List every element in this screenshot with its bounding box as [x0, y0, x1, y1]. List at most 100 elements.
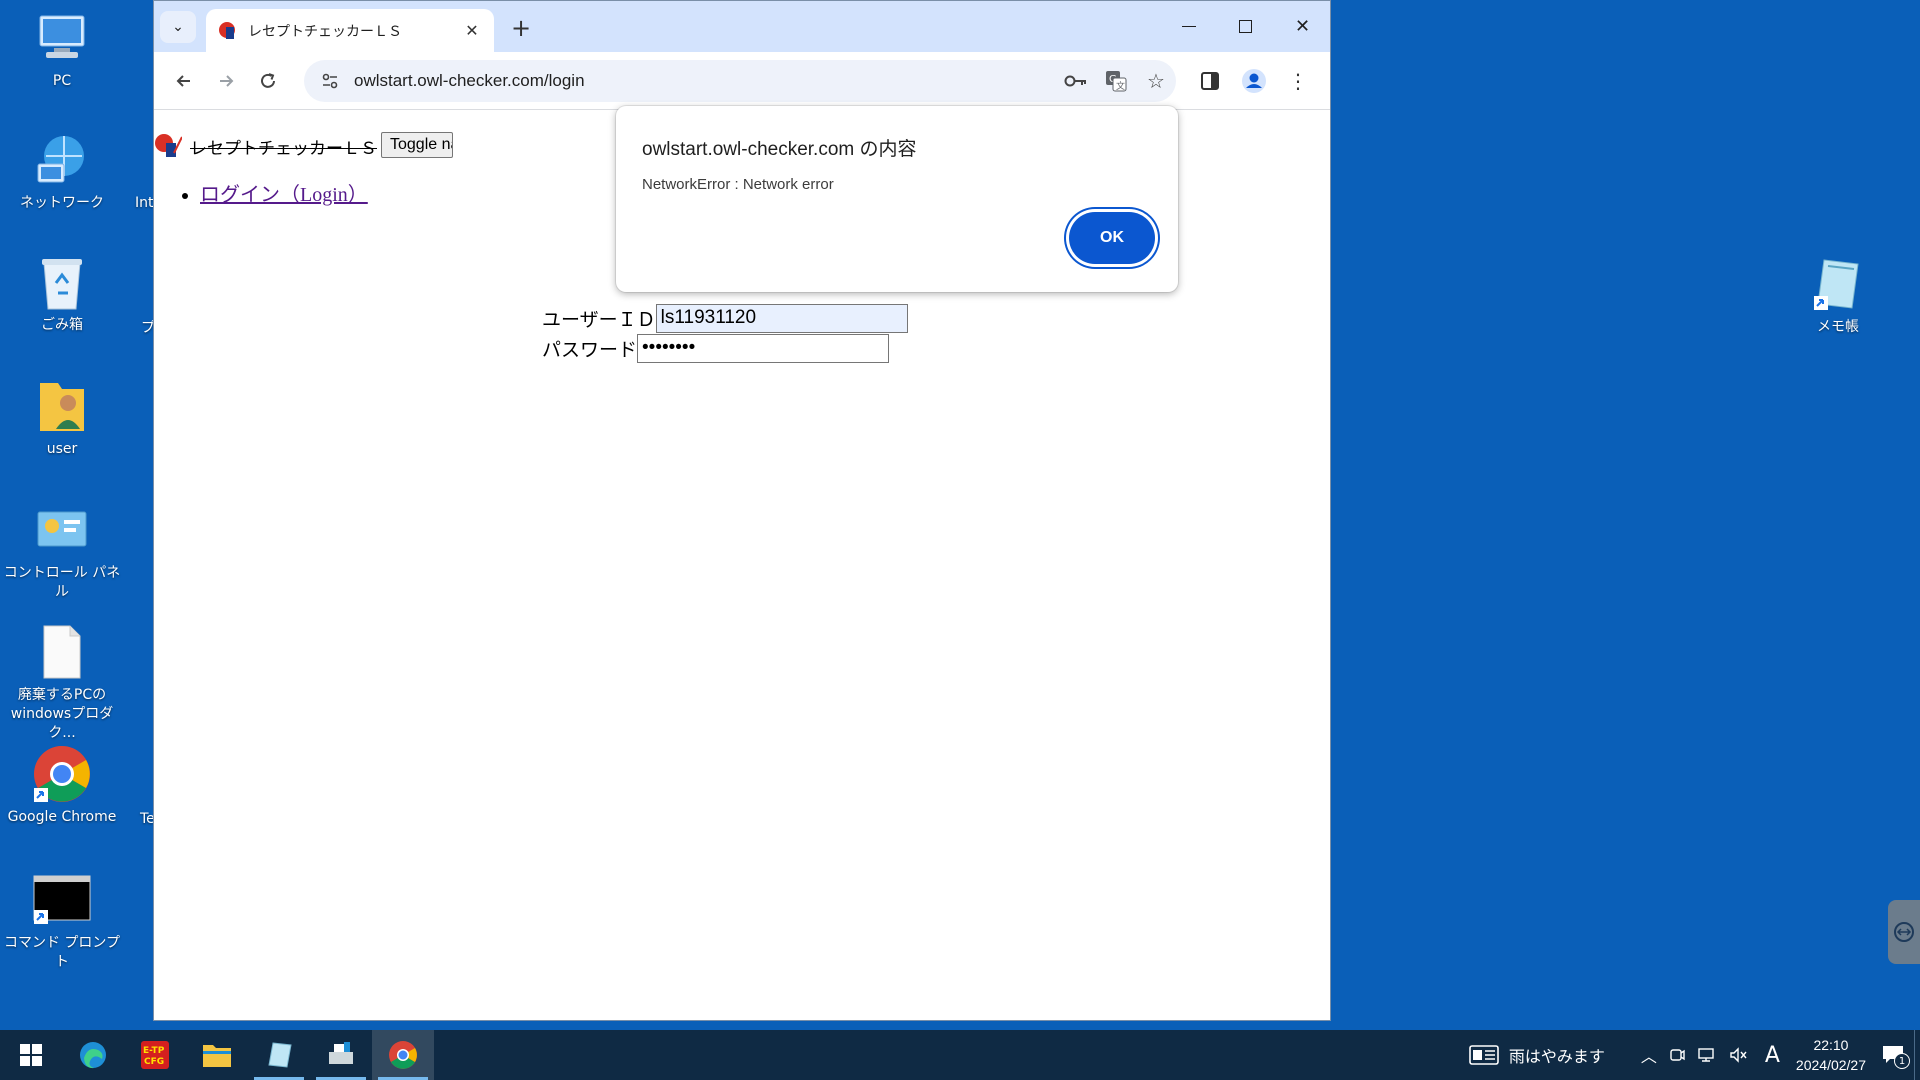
- menu-button[interactable]: ⋮: [1280, 65, 1316, 97]
- address-bar[interactable]: owlstart.owl-checker.com/login G文 ☆: [304, 60, 1176, 102]
- desktop-icon-network[interactable]: ネットワーク: [2, 130, 122, 213]
- desktop-icon-label: user: [46, 441, 78, 457]
- clock[interactable]: 22:10 2024/02/27: [1796, 1035, 1866, 1075]
- minimize-button[interactable]: [1160, 1, 1217, 52]
- meeting-icon[interactable]: [1669, 1047, 1685, 1063]
- tab-strip: ⌄ レセプトチェッカーＬＳ ✕ + ✕: [154, 1, 1330, 52]
- desktop-icon-command-prompt[interactable]: コマンド プロンプト: [2, 870, 122, 972]
- show-desktop-strip[interactable]: [1914, 1030, 1920, 1080]
- alert-dialog: owlstart.owl-checker.com の内容 NetworkErro…: [616, 106, 1178, 292]
- toggle-navigation-button[interactable]: Toggle navigation: [381, 131, 453, 158]
- side-panel-handle[interactable]: [1888, 900, 1920, 964]
- brand-name[interactable]: レセプトチェッカーＬＳ: [190, 134, 377, 159]
- translate-icon[interactable]: G文: [1096, 70, 1136, 92]
- chevron-down-icon: ⌄: [172, 19, 184, 35]
- login-link[interactable]: ログイン（Login）: [200, 184, 368, 206]
- desktop-icon-document[interactable]: 廃棄するPCのwindowsプロダク...: [2, 622, 122, 743]
- network-status-icon[interactable]: [1697, 1047, 1717, 1063]
- login-form: ユーザーＩＤ パスワード: [542, 303, 908, 363]
- desktop-icon-label: ごみ箱: [41, 317, 83, 333]
- side-panel-icon: [1201, 72, 1219, 90]
- volume-muted-icon[interactable]: [1729, 1047, 1749, 1063]
- taskbar-chrome[interactable]: [372, 1030, 434, 1080]
- ok-button[interactable]: OK: [1069, 212, 1155, 264]
- taskbar-app-etp[interactable]: E-TP CFG: [124, 1030, 186, 1080]
- close-window-button[interactable]: ✕: [1274, 1, 1331, 52]
- favicon-icon: [219, 21, 235, 39]
- reload-button[interactable]: [252, 65, 284, 97]
- desktop-icon-label: コマンド プロンプト: [3, 935, 121, 970]
- chrome-icon: [32, 744, 92, 804]
- key-icon[interactable]: [1056, 74, 1096, 88]
- arrow-right-icon: [220, 75, 234, 87]
- page-header: レセプトチェッカーＬＳ Toggle navigation: [154, 130, 453, 159]
- tab-search-button[interactable]: ⌄: [160, 11, 196, 43]
- notification-count: 1: [1894, 1053, 1910, 1069]
- desktop-icon-label: 廃棄するPCのwindowsプロダク...: [10, 687, 114, 741]
- dialog-title: owlstart.owl-checker.com の内容: [642, 139, 917, 160]
- tab-title: レセプトチェッカーＬＳ: [248, 23, 402, 40]
- maximize-icon: [1239, 20, 1252, 33]
- news-widget[interactable]: 雨はやみます: [1469, 1043, 1605, 1067]
- notepad-icon: [1808, 254, 1868, 314]
- control-panel-icon: [32, 500, 92, 560]
- svg-text:E-TP: E-TP: [143, 1046, 165, 1056]
- password-input[interactable]: [637, 333, 890, 363]
- site-info-icon[interactable]: [310, 72, 350, 90]
- desktop-icon-label: コントロール パネル: [3, 565, 121, 600]
- clock-date: 2024/02/27: [1795, 1057, 1866, 1073]
- system-tray: 雨はやみます ︿ A 22:10 2024/02/27 1: [1463, 1030, 1920, 1080]
- printer-icon: [329, 1042, 353, 1064]
- desktop-icon-pc[interactable]: PC: [2, 8, 122, 91]
- tab-active[interactable]: レセプトチェッカーＬＳ ✕: [206, 9, 494, 52]
- arrow-left-icon: [176, 75, 190, 87]
- svg-text:文: 文: [1116, 80, 1125, 92]
- user-id-input[interactable]: [655, 303, 908, 333]
- browser-window: ⌄ レセプトチェッカーＬＳ ✕ + ✕ owlstart.owl-checker…: [153, 0, 1331, 1021]
- weather-text: 雨はやみます: [1508, 1047, 1605, 1066]
- maximize-button[interactable]: [1217, 1, 1274, 52]
- computer-icon: [32, 8, 92, 68]
- url-text: owlstart.owl-checker.com/login: [354, 71, 585, 90]
- nav-item-login: ログイン（Login）: [200, 178, 368, 207]
- taskbar-file-explorer[interactable]: [186, 1030, 248, 1080]
- desktop-icon-control-panel[interactable]: コントロール パネル: [2, 500, 122, 602]
- password-row: パスワード: [542, 333, 908, 363]
- side-panel-button[interactable]: [1192, 65, 1228, 97]
- chrome-icon: [389, 1041, 417, 1069]
- forward-button[interactable]: [210, 65, 242, 97]
- taskbar-edge[interactable]: [62, 1030, 124, 1080]
- desktop-icon-notepad[interactable]: メモ帳: [1778, 254, 1898, 337]
- notification-center-button[interactable]: 1: [1882, 1045, 1910, 1069]
- tab-close-icon[interactable]: ✕: [462, 21, 482, 40]
- command-prompt-icon: [32, 870, 92, 930]
- desktop-icon-recycle-bin[interactable]: ごみ箱: [2, 252, 122, 335]
- desktop-icon-label: Google Chrome: [7, 809, 117, 825]
- more-vert-icon: ⋮: [1288, 69, 1308, 93]
- desktop-icon-label: メモ帳: [1817, 319, 1859, 335]
- bookmark-star-icon[interactable]: ☆: [1136, 69, 1176, 93]
- news-icon: [1469, 1045, 1499, 1065]
- folder-icon: [203, 1045, 231, 1067]
- desktop-icon-user[interactable]: user: [2, 376, 122, 459]
- dialog-message: NetworkError : Network error: [642, 176, 834, 193]
- back-button[interactable]: [168, 65, 200, 97]
- start-button[interactable]: [0, 1030, 62, 1080]
- show-hidden-icons-button[interactable]: ︿: [1641, 1043, 1657, 1067]
- taskbar-notepad[interactable]: [248, 1030, 310, 1080]
- reload-icon: [261, 73, 275, 88]
- desktop-icon-label: ネットワーク: [20, 195, 104, 211]
- profile-avatar-icon: [1242, 69, 1266, 93]
- taskbar: E-TP CFG 雨はやみます ︿ A 22:10 2024/02/27 1: [0, 1030, 1920, 1080]
- chevron-up-icon: ︿: [1640, 1047, 1657, 1066]
- ime-indicator[interactable]: A: [1765, 1043, 1780, 1068]
- profile-button[interactable]: [1236, 65, 1272, 97]
- logo-icon: [154, 133, 183, 157]
- desktop-icon-google-chrome[interactable]: Google Chrome: [2, 744, 122, 827]
- desktop-partial-label: Int: [135, 195, 154, 211]
- edge-icon: [80, 1042, 106, 1069]
- user-id-row: ユーザーＩＤ: [542, 303, 908, 333]
- new-tab-button[interactable]: +: [506, 13, 536, 43]
- network-globe-icon: [32, 130, 92, 190]
- taskbar-printer-app[interactable]: [310, 1030, 372, 1080]
